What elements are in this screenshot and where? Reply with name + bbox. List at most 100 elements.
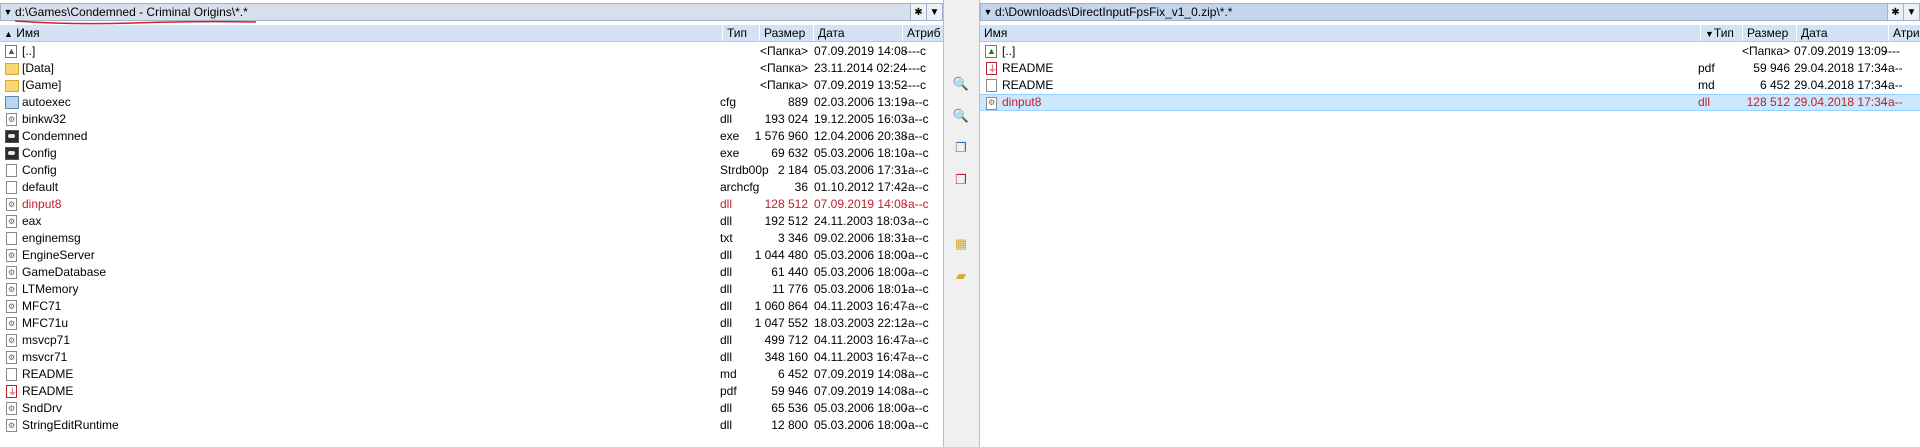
file-row[interactable]: README md 6 452 07.09.2019 14:08 -a--c [0,366,943,383]
file-row[interactable]: StringEditRuntime dll 12 800 05.03.2006 18:… [0,417,943,434]
right-file-panel: ▼ d:\Downloads\DirectInputFpsFix_v1_0.zi… [980,0,1920,447]
file-date: 05.03.2006 17:31 [814,163,908,177]
pdf-file-icon [6,384,17,401]
file-date: 12.04.2006 20:38 [814,129,908,143]
right-header-attr[interactable]: Атриб [1888,25,1920,41]
file-date: 04.11.2003 16:47 [814,350,907,364]
new-folder-icon[interactable]: ▰ [952,267,970,285]
file-row[interactable]: [Data] <Папка> 23.11.2014 02:24 ----c [0,60,943,77]
file-row[interactable]: autoexec cfg 889 02.03.2006 13:19 -a--c [0,94,943,111]
file-date: 05.03.2006 18:00 [814,265,908,279]
file-type: exe [720,129,740,143]
exe-file-icon [5,130,19,143]
file-size: 6 452 [1759,78,1790,92]
file-row[interactable]: README md 6 452 29.04.2018 17:34 -a-- [980,77,1920,94]
file-row[interactable]: [Game] <Папка> 07.09.2019 13:52 ----c [0,77,943,94]
file-row[interactable]: MFC71u dll 1 047 552 18.03.2003 22:12-a--c [0,315,943,332]
right-header-type[interactable]: ▼Тип [1700,25,1742,41]
file-attr: -a--c [904,95,929,109]
pdf-file-icon [986,61,997,78]
file-attr: -a-- [1884,61,1903,75]
left-header-type[interactable]: Тип [722,25,759,41]
file-attr: ---- [1884,44,1900,58]
file-row[interactable]: README pdf 59 946 07.09.2019 14:08-a--c [0,383,943,401]
right-history-button[interactable]: ▼ [1903,4,1919,20]
file-file-icon [6,181,17,194]
file-row[interactable]: msvcp71 dll 499 712 04.11.2003 16:47-a--c [0,332,943,349]
path-dropdown-icon[interactable]: ▼ [3,7,13,17]
file-size: 36 [794,180,808,194]
view-file-icon[interactable]: 🔍 [952,107,970,125]
file-type: dll [720,197,733,211]
file-name: README [22,367,74,381]
file-name: [Data] [22,61,55,75]
file-type: dll [720,265,733,279]
left-header-name[interactable]: ▲ Имя [0,25,722,41]
search-icon[interactable]: 🔍 [952,75,970,93]
right-path-text[interactable]: d:\Downloads\DirectInputFpsFix_v1_0.zip\… [993,5,1232,19]
right-path-bar[interactable]: ▼ d:\Downloads\DirectInputFpsFix_v1_0.zi… [980,3,1920,21]
left-path-text[interactable]: d:\Games\Condemned - Criminal Origins\*.… [13,5,257,25]
file-file-icon [986,79,997,92]
file-date: 04.11.2003 16:47 [814,333,907,347]
parent-dir-icon [5,43,17,60]
file-row[interactable]: msvcr71 dll 348 160 04.11.2003 16:47-a--c [0,349,943,366]
file-row[interactable]: dinput8 dll 128 512 29.04.2018 17:34-a-- [980,94,1920,111]
file-date: 07.09.2019 13:52 [814,78,908,92]
file-row[interactable]: README pdf 59 946 29.04.2018 17:34-a-- [980,60,1920,78]
right-header-date[interactable]: Дата [1796,25,1888,41]
file-row[interactable]: MFC71 dll 1 060 864 04.11.2003 16:47-a--c [0,298,943,315]
file-name: Config [22,163,57,177]
file-row[interactable]: LTMemory dll 11 776 05.03.2006 18:01-a--c [0,281,943,298]
file-attr: -a--c [904,418,929,432]
file-date: 24.11.2003 18:03 [814,214,907,228]
dll-file-icon [6,196,17,213]
file-type: dll [720,282,733,296]
file-size: 65 536 [771,401,808,415]
file-date: 05.03.2006 18:00 [814,418,908,432]
left-history-button[interactable]: ▼ [926,4,942,20]
file-name: binkw32 [22,112,67,126]
file-attr: -a--c [904,299,929,313]
file-row[interactable]: default archcfg 36 01.10.2012 17:42 -a--c [0,179,943,196]
vertical-toolbar: 🔍 🔍 ❐ ❐ ▦ ▰ [943,0,980,447]
file-size: 348 160 [764,350,808,364]
dll-file-icon [6,332,17,349]
file-row[interactable]: binkw32 dll 193 024 19.12.2005 16:03-a--c [0,111,943,128]
folder-icon [5,63,19,75]
file-row[interactable]: Config Strdb00p 2 184 05.03.2006 17:31 -a--c [0,162,943,179]
copy-icon[interactable]: ❐ [952,139,970,157]
left-header-size[interactable]: Размер [759,25,813,41]
right-header-name[interactable]: Имя [980,25,1700,41]
file-attr: -a--c [904,401,929,415]
left-header-date[interactable]: Дата [813,25,902,41]
file-size: 61 440 [771,265,808,279]
dll-file-icon [6,298,17,315]
file-row[interactable]: EngineServer dll 1 044 480 05.03.2006 18:00… [0,247,943,264]
cfg-file-icon [5,96,19,109]
file-row[interactable]: eax dll 192 512 24.11.2003 18:03-a--c [0,213,943,230]
file-date: 02.03.2006 13:19 [814,95,908,109]
file-attr: -a--c [904,367,929,381]
file-row[interactable]: enginemsg txt 3 346 09.02.2006 18:31 -a--c [0,230,943,247]
file-name: Config [22,146,57,160]
file-row[interactable]: Condemned exe 1 576 960 12.04.2006 20:38 -a-… [0,128,943,145]
left-header-attr[interactable]: Атриб [902,25,943,41]
move-icon[interactable]: ❐ [952,171,970,189]
file-size: 11 776 [772,282,808,296]
file-size: 59 946 [771,384,808,398]
file-row[interactable]: SndDrv dll 65 536 05.03.2006 18:00-a--c [0,400,943,417]
file-size: 1 060 864 [754,299,808,313]
left-path-bar[interactable]: ▼ d:\Games\Condemned - Criminal Origins\… [0,3,943,25]
file-row[interactable]: GameDatabase dll 61 440 05.03.2006 18:00-a-… [0,264,943,281]
left-column-header: ▲ Имя Тип Размер Дата Атриб [0,25,943,42]
file-row[interactable]: [..] <Папка> 07.09.2019 14:08----c [0,43,943,60]
path-dropdown-icon[interactable]: ▼ [983,7,993,17]
left-favorites-button[interactable]: ✱ [910,4,926,20]
archive-icon[interactable]: ▦ [952,235,970,253]
right-favorites-button[interactable]: ✱ [1887,4,1903,20]
file-row[interactable]: [..] <Папка> 07.09.2019 13:09---- [980,43,1920,60]
right-header-size[interactable]: Размер [1742,25,1796,41]
file-row[interactable]: Config exe 69 632 05.03.2006 18:10 -a--c [0,145,943,162]
file-row[interactable]: dinput8 dll 128 512 07.09.2019 14:08-a--c [0,196,943,213]
